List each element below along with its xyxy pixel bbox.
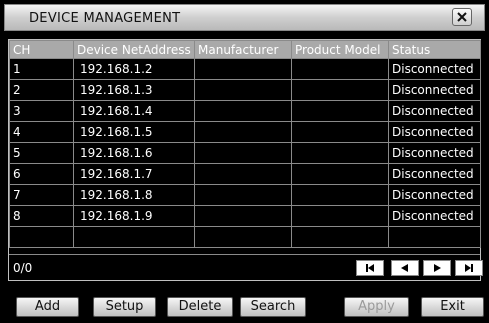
device-table: CH Device NetAddress Manufacturer Produc…: [9, 40, 481, 248]
prev-page-icon: [401, 264, 408, 272]
prev-page-button[interactable]: [391, 260, 419, 276]
pager: 0/0: [9, 254, 483, 281]
cell-status: [388, 226, 481, 248]
cell-ch: [9, 226, 74, 248]
cell-manufacturer: [194, 100, 292, 122]
table-row[interactable]: 3 192.168.1.4 Disconnected: [9, 100, 481, 122]
column-header-ch[interactable]: CH: [9, 40, 74, 59]
page-count: 0/0: [13, 261, 33, 275]
first-page-icon: [366, 264, 374, 272]
cell-address: 192.168.1.6: [73, 142, 195, 164]
cell-manufacturer: [194, 205, 292, 227]
cell-ch: 2: [9, 79, 74, 101]
dialog-title: DEVICE MANAGEMENT: [29, 11, 181, 26]
cell-model: [291, 79, 389, 101]
setup-button[interactable]: Setup: [93, 297, 156, 317]
cell-ch: 3: [9, 100, 74, 122]
cell-model: [291, 184, 389, 206]
cell-manufacturer: [194, 163, 292, 185]
cell-manufacturer: [194, 226, 292, 248]
cell-model: [291, 226, 389, 248]
first-page-button[interactable]: [356, 260, 384, 276]
cell-status: Disconnected: [388, 121, 481, 143]
cell-address: 192.168.1.9: [73, 205, 195, 227]
delete-button[interactable]: Delete: [167, 297, 233, 317]
table-row[interactable]: 5 192.168.1.6 Disconnected: [9, 142, 481, 164]
cell-model: [291, 121, 389, 143]
cell-status: Disconnected: [388, 100, 481, 122]
cell-manufacturer: [194, 121, 292, 143]
cell-address: 192.168.1.2: [73, 58, 195, 80]
cell-status: Disconnected: [388, 142, 481, 164]
cell-model: [291, 205, 389, 227]
close-button[interactable]: [452, 8, 472, 26]
table-row[interactable]: [9, 226, 481, 248]
column-header-manufacturer[interactable]: Manufacturer: [194, 40, 292, 59]
column-header-model[interactable]: Product Model: [291, 40, 389, 59]
cell-status: Disconnected: [388, 163, 481, 185]
search-button[interactable]: Search: [240, 297, 306, 317]
cell-ch: 6: [9, 163, 74, 185]
device-table-panel: CH Device NetAddress Manufacturer Produc…: [8, 39, 483, 281]
cell-address: 192.168.1.5: [73, 121, 195, 143]
close-icon: [457, 12, 467, 22]
cell-model: [291, 163, 389, 185]
cell-address: 192.168.1.8: [73, 184, 195, 206]
device-management-dialog: DEVICE MANAGEMENT CH Device NetAddress M…: [0, 0, 489, 323]
cell-model: [291, 58, 389, 80]
cell-status: Disconnected: [388, 205, 481, 227]
table-row[interactable]: 6 192.168.1.7 Disconnected: [9, 163, 481, 185]
cell-ch: 5: [9, 142, 74, 164]
exit-button[interactable]: Exit: [421, 297, 484, 317]
last-page-button[interactable]: [455, 260, 483, 276]
next-page-button[interactable]: [423, 260, 451, 276]
cell-address: 192.168.1.7: [73, 163, 195, 185]
cell-manufacturer: [194, 79, 292, 101]
cell-status: Disconnected: [388, 184, 481, 206]
table-row[interactable]: 8 192.168.1.9 Disconnected: [9, 205, 481, 227]
title-bar: DEVICE MANAGEMENT: [4, 4, 485, 31]
apply-button[interactable]: Apply: [344, 297, 409, 317]
cell-ch: 7: [9, 184, 74, 206]
next-page-icon: [434, 264, 441, 272]
cell-status: Disconnected: [388, 58, 481, 80]
table-row[interactable]: 1 192.168.1.2 Disconnected: [9, 58, 481, 80]
cell-ch: 1: [9, 58, 74, 80]
cell-ch: 8: [9, 205, 74, 227]
cell-model: [291, 100, 389, 122]
cell-status: Disconnected: [388, 79, 481, 101]
table-row[interactable]: 4 192.168.1.5 Disconnected: [9, 121, 481, 143]
last-page-icon: [465, 264, 473, 272]
cell-address: [73, 226, 195, 248]
cell-manufacturer: [194, 58, 292, 80]
cell-model: [291, 142, 389, 164]
cell-manufacturer: [194, 142, 292, 164]
cell-ch: 4: [9, 121, 74, 143]
table-row[interactable]: 7 192.168.1.8 Disconnected: [9, 184, 481, 206]
table-header-row: CH Device NetAddress Manufacturer Produc…: [9, 40, 481, 59]
cell-manufacturer: [194, 184, 292, 206]
add-button[interactable]: Add: [16, 297, 79, 317]
cell-address: 192.168.1.4: [73, 100, 195, 122]
table-row[interactable]: 2 192.168.1.3 Disconnected: [9, 79, 481, 101]
cell-address: 192.168.1.3: [73, 79, 195, 101]
column-header-status[interactable]: Status: [388, 40, 481, 59]
column-header-address[interactable]: Device NetAddress: [73, 40, 195, 59]
